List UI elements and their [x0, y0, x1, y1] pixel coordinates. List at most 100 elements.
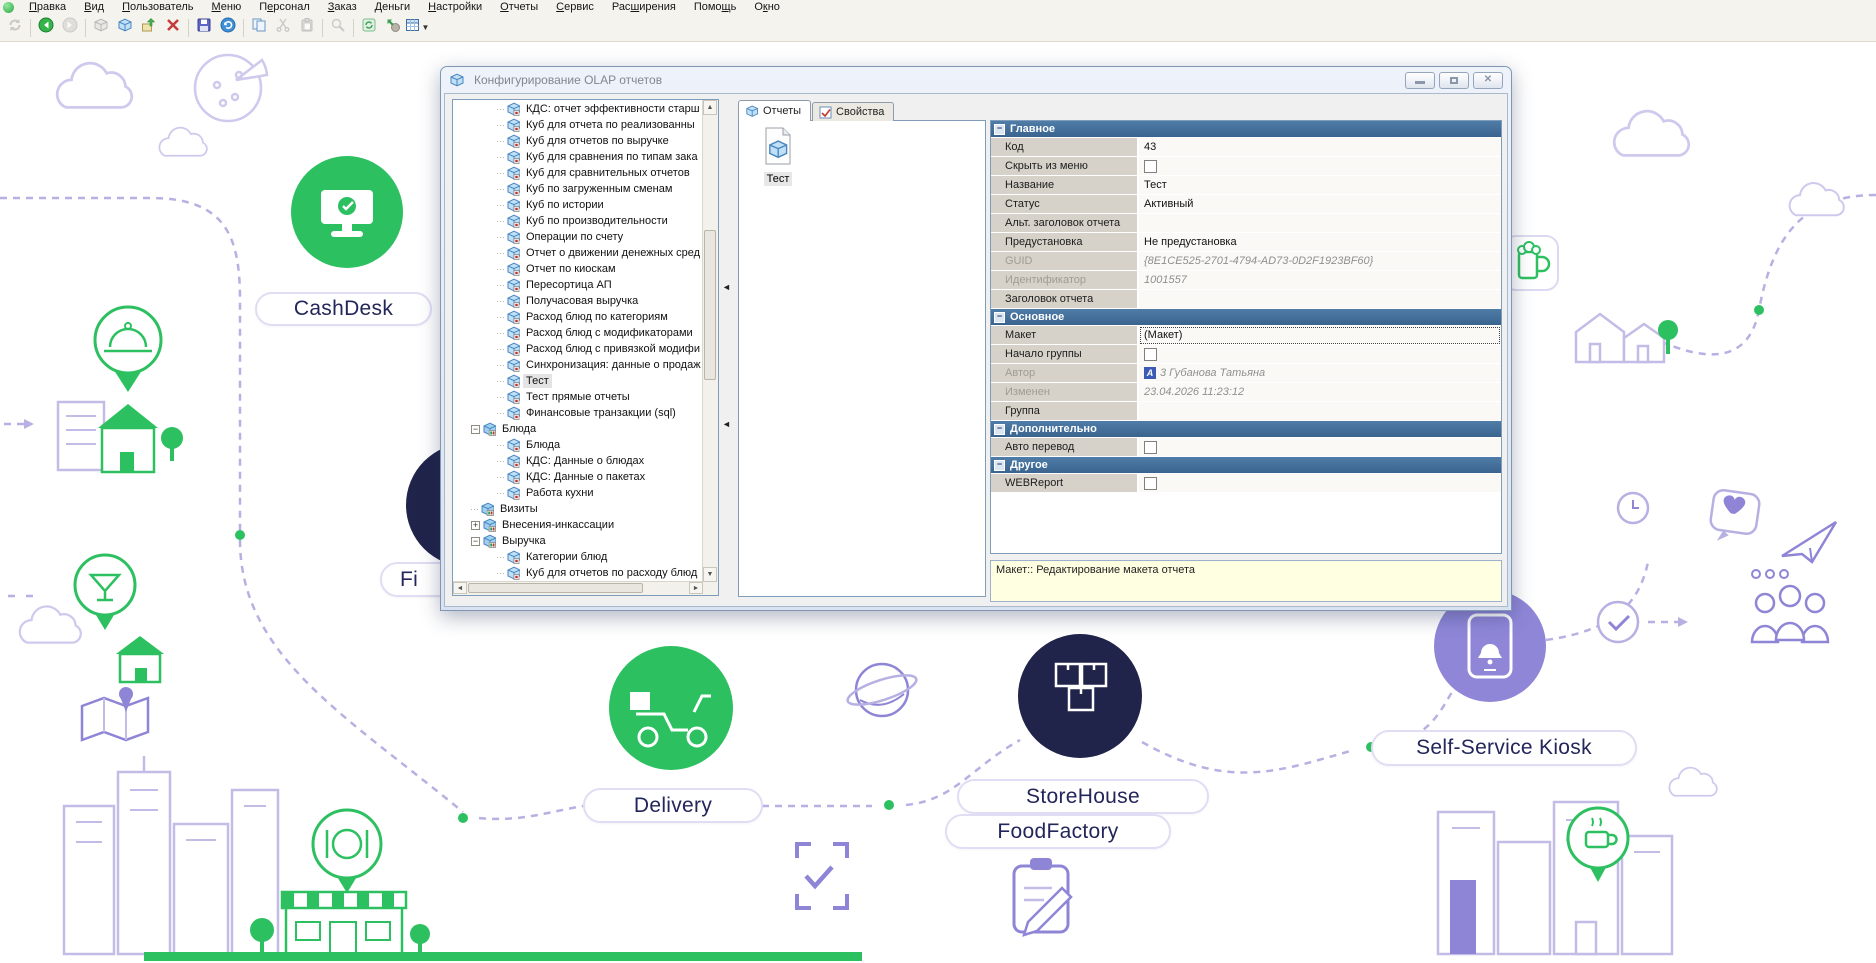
- property-value[interactable]: [1139, 214, 1501, 233]
- property-value[interactable]: Тест: [1139, 176, 1501, 195]
- tree-row[interactable]: Куб для отчетов по выручке: [453, 133, 703, 149]
- tree-row[interactable]: Пересортица АП: [453, 277, 703, 293]
- property-value[interactable]: [1139, 402, 1501, 421]
- tree-row[interactable]: Расход блюд по категориям: [453, 309, 703, 325]
- tree-row[interactable]: Куб по производительности: [453, 213, 703, 229]
- list-item-test[interactable]: Тест: [749, 127, 807, 186]
- menu-item-8[interactable]: Настройки: [419, 1, 491, 13]
- toolbar-undo-button[interactable]: [216, 17, 240, 39]
- property-value[interactable]: Не предустановка: [1139, 233, 1501, 252]
- tree-row[interactable]: Блюда: [453, 437, 703, 453]
- property-value[interactable]: 1001557: [1139, 271, 1501, 290]
- menu-item-10[interactable]: Сервис: [547, 1, 603, 13]
- property-value[interactable]: 23.04.2026 11:23:12: [1139, 383, 1501, 402]
- property-value[interactable]: {8E1CE525-2701-4794-AD73-0D2F1923BF60}: [1139, 252, 1501, 271]
- toolbar-delete-button[interactable]: [161, 17, 185, 39]
- tree-vertical-scrollbar[interactable]: ▲ ▼: [702, 100, 718, 582]
- tree-row[interactable]: Отчет о движении денежных сред: [453, 245, 703, 261]
- tree-row[interactable]: Тест прямые отчеты: [453, 389, 703, 405]
- menu-item-13[interactable]: Окно: [745, 1, 789, 13]
- tree-row[interactable]: Синхронизация: данные о продаж: [453, 357, 703, 373]
- menu-item-12[interactable]: Помощь: [685, 1, 746, 13]
- dialog-titlebar[interactable]: Конфигурирование OLAP отчетов ✕: [441, 67, 1511, 93]
- vscroll-thumb[interactable]: [704, 230, 716, 380]
- collapse-section-icon[interactable]: −: [994, 124, 1005, 135]
- toolbar-sync-button[interactable]: [357, 17, 381, 39]
- tree-row[interactable]: Финансовые транзакции (sql): [453, 405, 703, 421]
- tree-row[interactable]: Куб для сравнительных отчетов: [453, 165, 703, 181]
- scroll-up-button[interactable]: ▲: [703, 100, 717, 115]
- scroll-down-button[interactable]: ▼: [703, 567, 717, 582]
- section-header-3[interactable]: −Дополнительно: [991, 421, 1501, 438]
- toolbar-export-button[interactable]: [137, 17, 161, 39]
- menu-item-5[interactable]: Персонал: [250, 1, 319, 13]
- tree-row[interactable]: Отчет по киоскам: [453, 261, 703, 277]
- property-value[interactable]: Активный: [1139, 195, 1501, 214]
- collapse-section-icon[interactable]: −: [994, 312, 1005, 323]
- expand-box-icon[interactable]: +: [471, 521, 480, 530]
- tree-row[interactable]: Работа кухни: [453, 485, 703, 501]
- checkbox-unchecked[interactable]: [1144, 477, 1157, 490]
- section-header-1[interactable]: −Главное: [991, 121, 1501, 138]
- menu-item-11[interactable]: Расширения: [603, 1, 685, 13]
- menu-item-9[interactable]: Отчеты: [491, 1, 547, 13]
- toolbar-search-button[interactable]: [326, 17, 350, 39]
- collapse-box-icon[interactable]: −: [471, 425, 480, 434]
- collapse-box-icon[interactable]: −: [471, 537, 480, 546]
- scroll-right-button[interactable]: ►: [689, 582, 703, 594]
- toolbar-grid-menu-button[interactable]: ▼: [405, 17, 429, 39]
- reports-list[interactable]: Тест: [738, 120, 986, 597]
- tree-row[interactable]: КДС: отчет эффективности старш: [453, 101, 703, 117]
- toolbar-forward-button[interactable]: [58, 17, 82, 39]
- menu-item-3[interactable]: Пользователь: [113, 1, 202, 13]
- toolbar-cut-button[interactable]: [271, 17, 295, 39]
- tree-row[interactable]: Расход блюд с модификаторами: [453, 325, 703, 341]
- menu-item-2[interactable]: Вид: [75, 1, 113, 13]
- toolbar-copy-button[interactable]: [247, 17, 271, 39]
- tree-row[interactable]: Куб для сравнения по типам зака: [453, 149, 703, 165]
- toolbar-save-button[interactable]: [192, 17, 216, 39]
- splitter-collapse-icon[interactable]: ◄: [722, 420, 731, 429]
- tree-row[interactable]: −Блюда: [453, 421, 703, 437]
- tree-row[interactable]: Тест: [453, 373, 703, 389]
- menu-item-1[interactable]: Правка: [20, 1, 75, 13]
- toolbar-back-button[interactable]: [34, 17, 58, 39]
- checkbox-unchecked[interactable]: [1144, 160, 1157, 173]
- restore-button[interactable]: [1439, 72, 1469, 89]
- property-value[interactable]: (Макет): [1139, 326, 1501, 345]
- menu-item-6[interactable]: Заказ: [319, 1, 366, 13]
- tree-horizontal-scrollbar[interactable]: ◄ ►: [453, 581, 703, 595]
- tree-row[interactable]: −Выручка: [453, 533, 703, 549]
- toolbar-cube-button[interactable]: [89, 17, 113, 39]
- tree-row[interactable]: КДС: Данные о блюдах: [453, 453, 703, 469]
- property-value[interactable]: 43: [1139, 138, 1501, 157]
- property-value[interactable]: [1139, 290, 1501, 309]
- menu-item-4[interactable]: Меню: [202, 1, 250, 13]
- section-header-4[interactable]: −Другое: [991, 457, 1501, 474]
- scroll-left-button[interactable]: ◄: [453, 582, 467, 594]
- tree-row[interactable]: Получасовая выручка: [453, 293, 703, 309]
- tab-reports[interactable]: Отчеты: [738, 100, 811, 121]
- minimize-button[interactable]: [1405, 72, 1435, 89]
- close-button[interactable]: ✕: [1473, 72, 1503, 89]
- tree-row[interactable]: Операции по счету: [453, 229, 703, 245]
- hscroll-thumb[interactable]: [468, 583, 643, 593]
- tab-properties[interactable]: Свойства: [812, 102, 894, 121]
- tree-row[interactable]: Куб по истории: [453, 197, 703, 213]
- tree-row[interactable]: Куб по загруженным сменам: [453, 181, 703, 197]
- toolbar-cube-button[interactable]: [113, 17, 137, 39]
- tree-row[interactable]: Куб для отчета по реализованны: [453, 117, 703, 133]
- checkbox-unchecked[interactable]: [1144, 348, 1157, 361]
- collapse-section-icon[interactable]: −: [994, 460, 1005, 471]
- toolbar-paste-button[interactable]: [295, 17, 319, 39]
- tree-row[interactable]: Визиты: [453, 501, 703, 517]
- tree-row[interactable]: Расход блюд с привязкой модифи: [453, 341, 703, 357]
- menu-item-7[interactable]: Деньги: [366, 1, 420, 13]
- tree-row[interactable]: Куб для отчетов по расходу блюд: [453, 565, 703, 581]
- splitter-collapse-icon[interactable]: ◄: [722, 283, 731, 292]
- section-header-2[interactable]: −Основное: [991, 309, 1501, 326]
- collapse-section-icon[interactable]: −: [994, 424, 1005, 435]
- toolbar-publish-button[interactable]: [381, 17, 405, 39]
- tree-row[interactable]: КДС: Данные о пакетах: [453, 469, 703, 485]
- tree-row[interactable]: +Внесения-инкассации: [453, 517, 703, 533]
